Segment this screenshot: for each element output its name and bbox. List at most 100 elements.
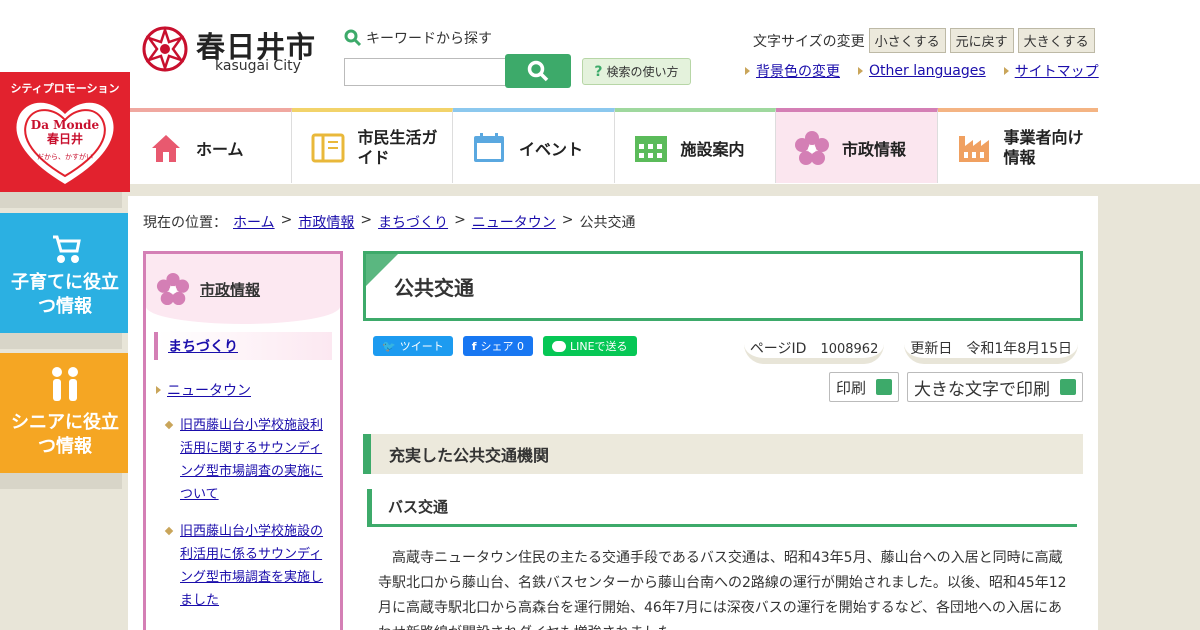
childcare-text: 子育てに役立つ情報 [11, 272, 119, 317]
font-smaller-button[interactable]: 小さくする [868, 28, 946, 53]
search-small-icon [344, 29, 362, 47]
article-body: 高蔵寺ニュータウン住民の主たる交通手段であるバス交通は、昭和43年5月、藤山台へ… [378, 550, 1067, 630]
bg-color-link[interactable]: 背景色の変更 [756, 61, 840, 81]
city-promotion-banner[interactable]: シティプロモーション Da Monde 春日井 だから、かすがい [0, 72, 130, 192]
print-button[interactable]: 印刷 [828, 372, 899, 402]
logo-text-en: kasugai City [215, 58, 301, 74]
side-menu-section-link[interactable]: まちづくり [168, 339, 238, 355]
breadcrumb-home[interactable]: ホーム [233, 212, 275, 232]
breadcrumb-separator: > [561, 212, 574, 228]
home-icon [152, 134, 180, 162]
search-help-label: 検索の使い方 [606, 65, 679, 79]
promo-shadow [0, 473, 122, 489]
search-button[interactable] [505, 54, 571, 88]
promo-brand: Da Monde 春日井 [30, 118, 100, 146]
side-menu-child: 旧西藤山台小学校施設利活用に関するサウンディング型市場調査の実施について [164, 414, 330, 506]
keyword-label-text: キーワードから探す [366, 31, 492, 47]
arrow-icon [858, 67, 863, 75]
page-id: ページID 1008962 [743, 338, 885, 364]
page-title-box: 公共交通 [363, 251, 1083, 321]
nav-facilities[interactable]: 施設案内 [614, 108, 776, 183]
facebook-icon: f [471, 339, 477, 353]
page-id-label: ページID [749, 341, 807, 357]
sitemap-link[interactable]: サイトマップ [1015, 61, 1099, 81]
nav-events-label: イベント [519, 139, 584, 159]
breadcrumb-separator: > [360, 212, 373, 228]
city-emblem-icon [142, 26, 188, 72]
bullet-icon [164, 420, 174, 430]
nav-life-guide[interactable]: 市民生活ガイド [291, 108, 453, 183]
printer-icon [876, 379, 892, 395]
building-icon [634, 135, 667, 162]
page-title: 公共交通 [394, 275, 474, 300]
seniors-icon [52, 367, 78, 401]
font-size-controls: 文字サイズの変更 小さくする 元に戻す 大きくする [753, 28, 1095, 53]
section-heading: 充実した公共交通機関 [363, 434, 1083, 474]
page-meta: ページID 1008962 更新日 令和1年8月15日 [743, 338, 1078, 364]
sakura-icon [156, 272, 190, 306]
breadcrumb-prefix: 現在の位置： [143, 215, 227, 231]
breadcrumb-newtown[interactable]: ニュータウン [472, 212, 556, 232]
breadcrumb-machizukuri[interactable]: まちづくり [378, 212, 448, 232]
line-icon [552, 340, 566, 352]
print-large-label: 大きな文字で印刷 [914, 379, 1050, 400]
nav-facilities-label: 施設案内 [680, 139, 745, 159]
nav-home[interactable]: ホーム [130, 108, 292, 183]
twitter-icon: 🐦 [382, 339, 396, 353]
nav-life-guide-label: 市民生活ガイド [357, 127, 438, 167]
print-label: 印刷 [835, 378, 866, 397]
line-label: LINEで送る [570, 340, 628, 353]
breadcrumb: 現在の位置： ホーム > 市政情報 > まちづくり > ニュータウン > 公共交通 [143, 212, 636, 232]
promo-sub: だから、かすがい [37, 153, 93, 161]
bullet-icon [164, 526, 174, 536]
print-buttons: 印刷 大きな文字で印刷 [828, 372, 1083, 402]
font-larger-button[interactable]: 大きくする [1017, 28, 1095, 53]
side-menu-title[interactable]: 市政情報 [200, 279, 260, 300]
site-logo[interactable]: 春日井市 kasugai City [140, 24, 320, 76]
senior-banner[interactable]: シニアに役立つ情報 [0, 353, 130, 473]
social-buttons: 🐦 ツイート f シェア 0 LINEで送る [373, 336, 637, 356]
print-large-button[interactable]: 大きな文字で印刷 [907, 372, 1083, 402]
calendar-icon [474, 132, 504, 162]
book-icon [311, 133, 344, 162]
nav-city-info[interactable]: 市政情報 [776, 108, 938, 183]
page-id-value: 1008962 [820, 342, 879, 357]
nav-home-label: ホーム [196, 139, 244, 159]
utility-links: 背景色の変更 Other languages サイトマップ [745, 61, 1099, 81]
share-label: シェア 0 [480, 340, 525, 353]
updated-date: 更新日 令和1年8月15日 [904, 338, 1078, 364]
tweet-button[interactable]: 🐦 ツイート [373, 336, 453, 356]
side-menu-section: まちづくり [154, 332, 332, 360]
promo-shadow [0, 192, 122, 208]
side-menu-header: 市政情報 [146, 254, 340, 324]
breadcrumb-city-info[interactable]: 市政情報 [298, 212, 354, 232]
senior-text: シニアに役立つ情報 [11, 412, 119, 457]
side-menu-newtown-link[interactable]: ニュータウン [167, 380, 251, 400]
font-size-label: 文字サイズの変更 [753, 33, 865, 50]
title-corner-decoration [366, 254, 398, 286]
arrow-icon [745, 67, 750, 75]
side-menu-child: 旧西藤山台小学校施設の利活用に係るサウンディング型市場調査を実施しました [164, 520, 330, 612]
updated-label: 更新日 [910, 341, 953, 357]
facebook-share-button[interactable]: f シェア 0 [462, 336, 533, 356]
main-article: 公共交通 🐦 ツイート f シェア 0 LINEで送る ページID 1008962 … [363, 251, 1083, 630]
breadcrumb-separator: > [454, 212, 466, 228]
nav-business[interactable]: 事業者向け情報 [937, 108, 1098, 183]
childcare-banner[interactable]: 子育てに役立つ情報 [0, 213, 130, 333]
other-languages-link[interactable]: Other languages [869, 63, 986, 79]
line-send-button[interactable]: LINEで送る [543, 336, 637, 356]
updated-value: 令和1年8月15日 [966, 341, 1072, 357]
search-input[interactable] [344, 58, 508, 86]
nav-events[interactable]: イベント [453, 108, 615, 183]
site-header: 春日井市 kasugai City キーワードから探す ? 検索の使い方 文字サ… [0, 0, 1200, 184]
side-menu-child-link[interactable]: 旧西藤山台小学校施設の利活用に係るサウンディング型市場調査を実施しました [180, 520, 330, 612]
global-nav: ホーム 市民生活ガイド イベント 施設案内 市政情報 事業者向け情報 [130, 108, 1098, 183]
search-icon [527, 60, 549, 82]
side-menu-child-link[interactable]: 旧西藤山台小学校施設利活用に関するサウンディング型市場調査の実施について [180, 414, 330, 506]
search-help-button[interactable]: ? 検索の使い方 [582, 58, 691, 85]
nav-city-info-label: 市政情報 [842, 139, 907, 159]
question-icon: ? [594, 63, 603, 80]
font-reset-button[interactable]: 元に戻す [949, 28, 1014, 53]
breadcrumb-separator: > [280, 212, 293, 228]
breadcrumb-current: 公共交通 [579, 215, 636, 231]
